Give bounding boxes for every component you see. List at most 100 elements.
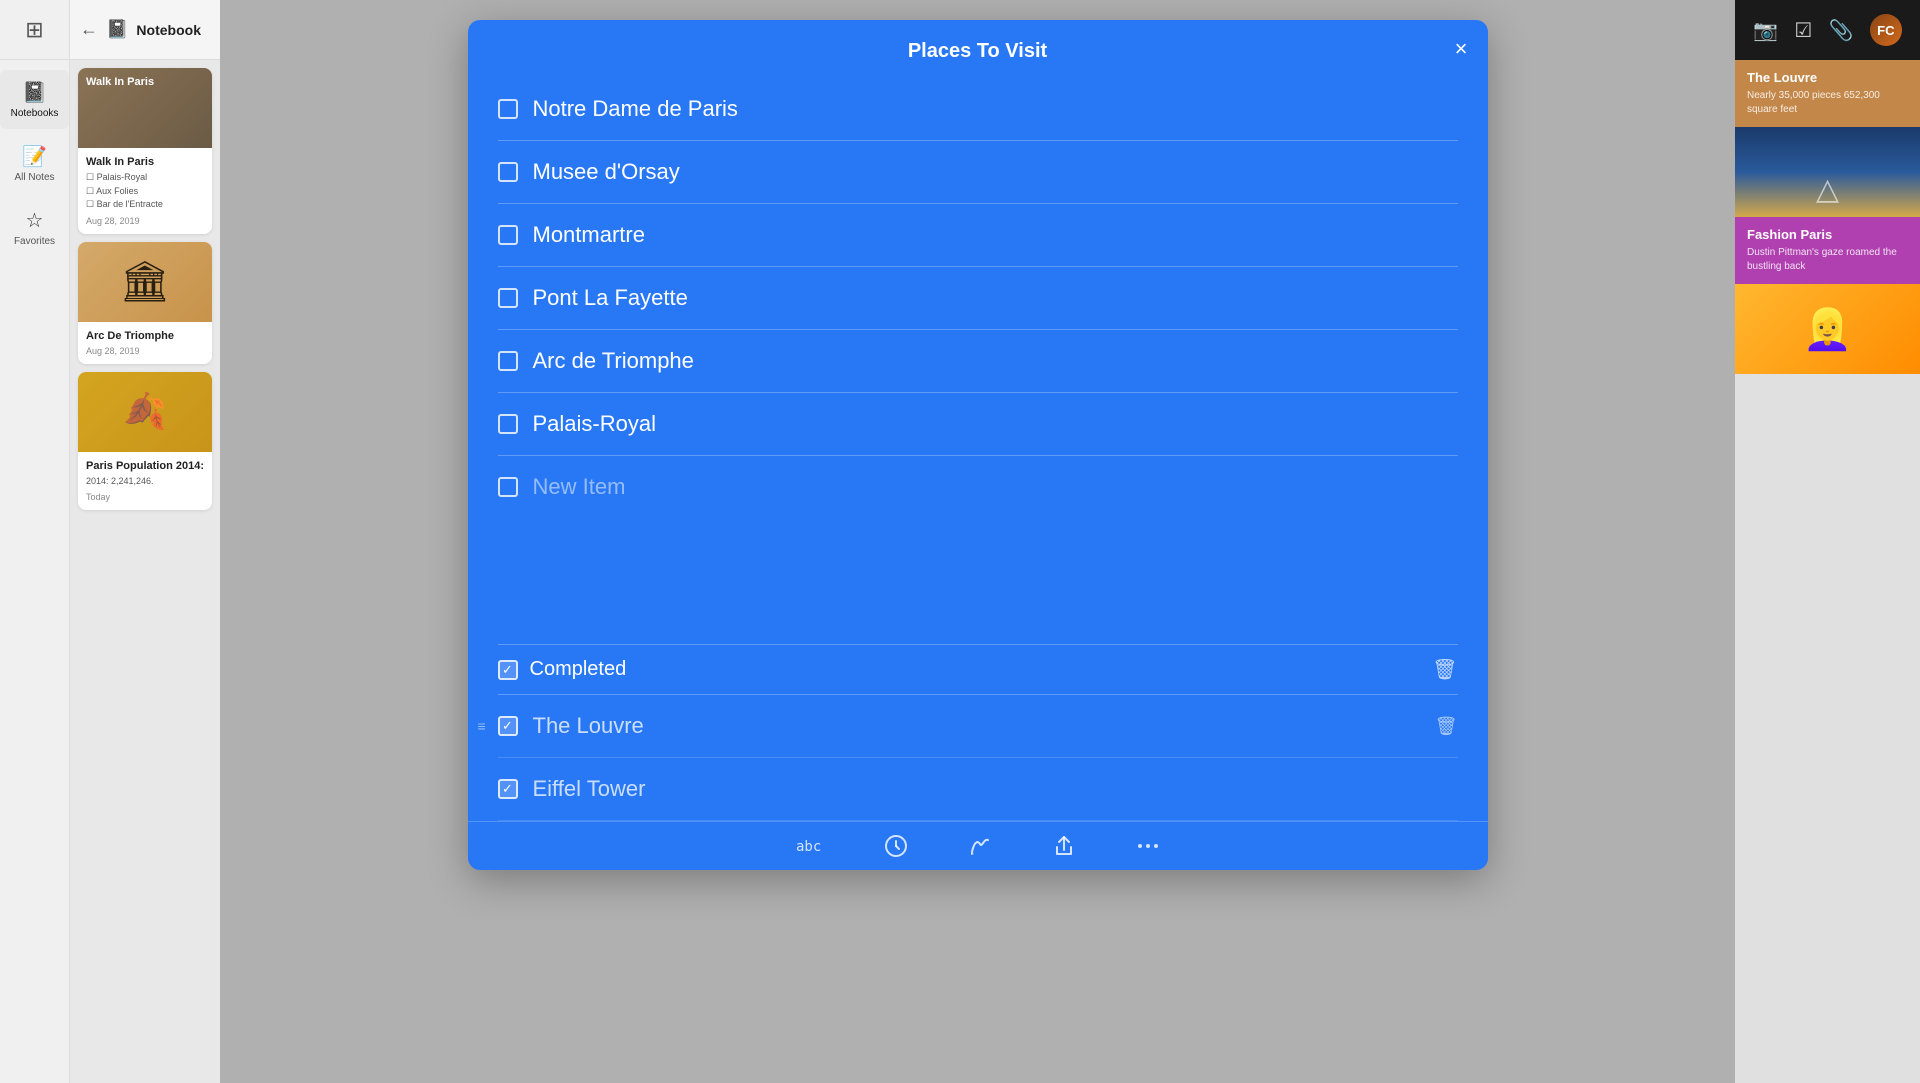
modal-header: Places To Visit × [468, 20, 1488, 78]
checklist-label-musee: Musee d'Orsay [533, 159, 680, 185]
checklist-item-notre-dame[interactable]: Notre Dame de Paris [498, 78, 1458, 141]
paris-pop-date: Today [86, 492, 204, 502]
completed-label: Completed [530, 658, 627, 681]
sidebar-item-favorites[interactable]: ☆ Favorites [0, 198, 69, 257]
note-card-image-arc [78, 242, 212, 322]
sidebar-label-all-notes: All Notes [14, 172, 54, 183]
note-card-text-walk-paris: Walk In Paris ☐ Palais-Royal☐ Aux Folies… [78, 148, 212, 234]
checklist-item-arc[interactable]: Arc de Triomphe [498, 330, 1458, 393]
svg-text:abc: abc [796, 839, 821, 855]
notebook-icon: 📓 [106, 19, 128, 40]
checklist-item-new[interactable]: New Item [498, 456, 1458, 518]
checklist-item-pont[interactable]: Pont La Fayette [498, 267, 1458, 330]
checkbox-louvre[interactable] [498, 716, 518, 736]
fashion-desc: Dustin Pittman's gaze roamed the bustlin… [1747, 246, 1908, 274]
checkbox-new[interactable] [498, 477, 518, 497]
sidebar-item-notebooks[interactable]: 📓 Notebooks [0, 70, 69, 129]
checklist: Notre Dame de Paris Musee d'Orsay Montma… [468, 78, 1488, 634]
checkbox-pont[interactable] [498, 288, 518, 308]
completed-item-eiffel[interactable]: Eiffel Tower [498, 758, 1458, 821]
completed-checkbox[interactable] [498, 660, 518, 680]
note-card-image-paris-pop [78, 372, 212, 452]
note-card-text-paris-pop: Paris Population 2014: 2014: 2,241,246. … [78, 452, 212, 511]
toolbar-reminder-button[interactable] [884, 834, 908, 858]
completed-label-eiffel: Eiffel Tower [533, 776, 646, 802]
note-card-paris-pop[interactable]: Paris Population 2014: 2014: 2,241,246. … [78, 372, 212, 511]
user-avatar[interactable]: FC [1870, 14, 1902, 46]
checklist-item-musee[interactable]: Musee d'Orsay [498, 141, 1458, 204]
sidebar-label-notebooks: Notebooks [11, 108, 59, 119]
fashion-title: Fashion Paris [1747, 227, 1908, 242]
checklist-label-palais: Palais-Royal [533, 411, 657, 437]
checkbox-notre-dame[interactable] [498, 99, 518, 119]
checkbox-palais[interactable] [498, 414, 518, 434]
louvre-title: The Louvre [1747, 70, 1908, 85]
sidebar-top: ⊞ [0, 0, 69, 60]
right-panel-header: 📷 ☑ 📎 FC [1735, 0, 1920, 60]
modal-close-button[interactable]: × [1455, 38, 1468, 60]
toolbar-draw-button[interactable] [968, 834, 992, 858]
checklist-label-arc: Arc de Triomphe [533, 348, 694, 374]
walk-paris-list: ☐ Palais-Royal☐ Aux Folies☐ Bar de l'Ent… [86, 171, 204, 212]
paris-pop-desc: 2014: 2,241,246. [86, 475, 204, 489]
checkbox-musee[interactable] [498, 162, 518, 182]
completed-item-louvre[interactable]: ≡ The Louvre 🗑 [498, 695, 1458, 758]
completed-label-louvre: The Louvre [533, 713, 644, 739]
sidebar-label-favorites: Favorites [14, 236, 55, 247]
camera-icon[interactable]: 📷 [1753, 18, 1778, 43]
checklist-label-montmartre: Montmartre [533, 222, 645, 248]
main-area: Places To Visit × Notre Dame de Paris Mu… [220, 0, 1735, 1083]
right-card-louvre[interactable]: The Louvre Nearly 35,000 pieces 652,300 … [1735, 60, 1920, 217]
check-icon[interactable]: ☑ [1794, 18, 1812, 43]
note-card-image-walk-paris: Walk In Paris [78, 68, 212, 148]
completed-items: ≡ The Louvre 🗑 Eiffel Tower [498, 695, 1458, 821]
arc-title: Arc De Triomphe [86, 330, 204, 342]
grid-icon[interactable]: ⊞ [25, 17, 43, 43]
right-card-fashion[interactable]: Fashion Paris Dustin Pittman's gaze roam… [1735, 217, 1920, 374]
fashion-card-header: Fashion Paris Dustin Pittman's gaze roam… [1735, 217, 1920, 284]
left-sidebar: ⊞ 📓 Notebooks 📝 All Notes ☆ Favorites [0, 0, 70, 1083]
drag-handle-louvre[interactable]: ≡ [478, 718, 486, 734]
walk-paris-image-text: Walk In Paris [86, 76, 154, 88]
checkbox-montmartre[interactable] [498, 225, 518, 245]
arc-date: Aug 28, 2019 [86, 346, 204, 356]
back-button[interactable]: ← [80, 19, 98, 40]
checkbox-eiffel[interactable] [498, 779, 518, 799]
modal-overlay: Places To Visit × Notre Dame de Paris Mu… [220, 0, 1735, 1083]
louvre-trash-icon[interactable]: 🗑 [1435, 716, 1458, 737]
completed-header: Completed 🗑 [498, 644, 1458, 695]
notes-panel: ← 📓 Notebook Walk In Paris Walk In Paris… [70, 0, 220, 1083]
checklist-label-notre-dame: Notre Dame de Paris [533, 96, 738, 122]
note-card-walk-paris[interactable]: Walk In Paris Walk In Paris ☐ Palais-Roy… [78, 68, 212, 234]
right-panel: 📷 ☑ 📎 FC The Louvre Nearly 35,000 pieces… [1735, 0, 1920, 1083]
checklist-label-new: New Item [533, 474, 626, 500]
attachment-icon[interactable]: 📎 [1829, 18, 1854, 43]
fashion-image-wrap: 👱‍♀️ [1735, 284, 1920, 374]
fashion-card-text: Fashion Paris Dustin Pittman's gaze roam… [1735, 217, 1920, 284]
louvre-card-text: The Louvre Nearly 35,000 pieces 652,300 … [1735, 60, 1920, 127]
toolbar-share-button[interactable] [1052, 834, 1076, 858]
louvre-card-header: The Louvre Nearly 35,000 pieces 652,300 … [1735, 60, 1920, 127]
checklist-item-montmartre[interactable]: Montmartre [498, 204, 1458, 267]
toolbar-spellcheck-button[interactable]: abc [796, 837, 824, 855]
checklist-item-palais[interactable]: Palais-Royal [498, 393, 1458, 456]
all-notes-icon: 📝 [22, 144, 47, 169]
modal-title: Places To Visit [908, 40, 1047, 63]
checkbox-arc[interactable] [498, 351, 518, 371]
sidebar-item-all-notes[interactable]: 📝 All Notes [0, 134, 69, 193]
louvre-image [1735, 127, 1920, 217]
right-cards: The Louvre Nearly 35,000 pieces 652,300 … [1735, 60, 1920, 374]
toolbar-more-button[interactable] [1136, 842, 1160, 850]
favorites-icon: ☆ [26, 208, 44, 233]
modal: Places To Visit × Notre Dame de Paris Mu… [468, 20, 1488, 870]
completed-left: Completed [498, 658, 627, 681]
checklist-label-pont: Pont La Fayette [533, 285, 688, 311]
sidebar-nav: 📓 Notebooks 📝 All Notes ☆ Favorites [0, 60, 69, 257]
notes-header: ← 📓 Notebook [70, 0, 220, 60]
walk-paris-title: Walk In Paris [86, 156, 204, 168]
note-card-arc[interactable]: Arc De Triomphe Aug 28, 2019 [78, 242, 212, 364]
notebook-title: Notebook [136, 22, 201, 38]
completed-trash-icon[interactable]: 🗑 [1432, 657, 1457, 682]
paris-pop-title: Paris Population 2014: [86, 460, 204, 472]
walk-paris-date: Aug 28, 2019 [86, 216, 204, 226]
